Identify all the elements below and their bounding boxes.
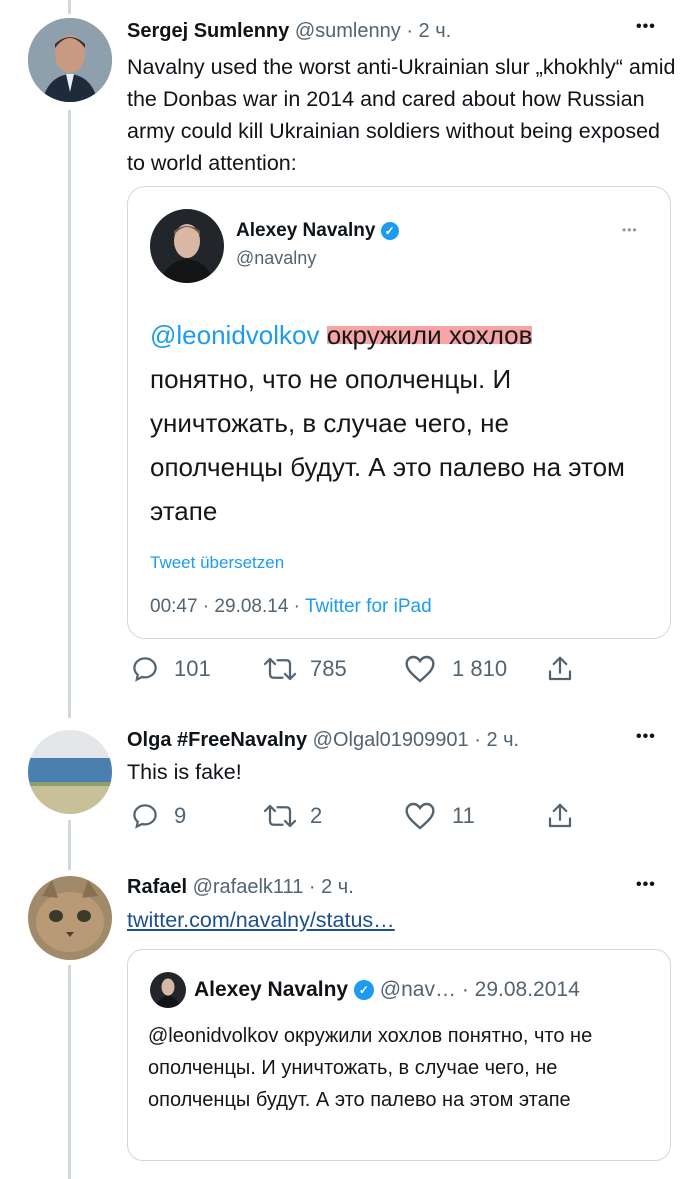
avatar-rafael[interactable]	[28, 876, 112, 960]
tweet3-author-name[interactable]: Rafael	[127, 876, 187, 898]
reply-icon	[133, 804, 157, 829]
share-icon	[548, 656, 572, 681]
avatar-sergej[interactable]	[28, 18, 112, 102]
quoted-timestamp-row: 00:47 · 29.08.14 · Twitter for iPad	[150, 596, 432, 618]
tweet2-handle[interactable]: @Olgal01909901	[313, 729, 469, 751]
thread-line-4	[68, 965, 71, 1179]
quoted-timestamp[interactable]: 00:47 · 29.08.14 ·	[150, 596, 300, 617]
tweet3-link[interactable]: twitter.com/navalny/status…	[127, 908, 395, 933]
tweet3-quoted-header: Alexey Navalny ✓ @nav… · 29.08.2014	[194, 978, 580, 1002]
tweet1-share-button[interactable]	[545, 654, 575, 684]
tweet2-time[interactable]: 2 ч.	[486, 729, 519, 751]
tweet3-quoted-sep: ·	[461, 978, 469, 1001]
tweet1-like-button[interactable]: 1 810	[404, 654, 507, 684]
tweet3-sep: ·	[308, 876, 316, 898]
retweet-icon	[263, 804, 297, 828]
tweet3-more-icon[interactable]: •••	[636, 876, 656, 894]
tweet1-retweet-count: 785	[310, 656, 347, 681]
tweet2-author-name[interactable]: Olga #FreeNavalny	[127, 729, 307, 751]
tweet2-retweet-count: 2	[310, 803, 323, 828]
verified-badge-icon: ✓	[353, 980, 374, 1001]
tweet1-reply-button[interactable]: 101	[130, 654, 211, 684]
tweet1-sep: ·	[406, 20, 413, 42]
avatar-olga[interactable]	[28, 730, 112, 814]
tweet1-text: Navalny used the worst anti-Ukrainian sl…	[127, 55, 676, 175]
tweet2-retweet-button[interactable]: 2	[262, 801, 322, 831]
tweet1-header: Sergej Sumlenny @sumlenny · 2 ч.	[127, 20, 451, 43]
tweet3-quoted-card[interactable]: Alexey Navalny ✓ @nav… · 29.08.2014 @leo…	[127, 949, 671, 1161]
tweet2-reply-count: 9	[174, 803, 187, 828]
thread-line-2	[68, 110, 71, 718]
tweet2-like-button[interactable]: 11	[404, 801, 475, 831]
mention-leonidvolkov[interactable]: @leonidvolkov	[150, 320, 319, 350]
tweet1-retweet-button[interactable]: 785	[262, 654, 347, 684]
tweet3-quoted-text: @leonidvolkov окружили хохлов понятно, ч…	[148, 1025, 593, 1111]
quoted-author-name[interactable]: Alexey Navalny ✓	[236, 220, 399, 242]
translate-link[interactable]: Tweet übersetzen	[150, 553, 284, 573]
quoted-tweet-body: @leonidvolkov окружили хохлов понятно, ч…	[150, 313, 640, 533]
quoted-text-rest: понятно, что не ополченцы. И уничтожать,…	[150, 364, 625, 526]
quoted-more-icon[interactable]: •••	[622, 223, 638, 237]
tweet2-more-icon[interactable]: •••	[636, 728, 656, 746]
tweet1-author-name[interactable]: Sergej Sumlenny	[127, 20, 289, 42]
share-icon	[548, 803, 572, 828]
avatar-navalny[interactable]	[150, 209, 224, 283]
heart-icon	[405, 802, 435, 830]
thread-line-1	[68, 0, 71, 14]
tweet2-header: Olga #FreeNavalny @Olgal01909901 · 2 ч.	[127, 729, 519, 752]
retweet-icon	[263, 657, 297, 681]
tweet3-handle[interactable]: @rafaelk111	[193, 876, 304, 898]
tweet1-reply-count: 101	[174, 656, 211, 681]
tweet2-text: This is fake!	[127, 760, 242, 784]
thread-line-3	[68, 820, 71, 870]
tweet2-like-count: 11	[452, 803, 475, 828]
quoted-handle[interactable]: @navalny	[236, 248, 316, 269]
tweet1-like-count: 1 810	[452, 656, 508, 681]
verified-badge-icon: ✓	[380, 221, 399, 240]
quoted-author-name-text: Alexey Navalny	[236, 220, 376, 241]
tweet1-handle[interactable]: @sumlenny	[295, 20, 401, 42]
heart-icon	[405, 655, 435, 683]
tweet3-header: Rafael @rafaelk111 · 2 ч.	[127, 876, 354, 899]
avatar-navalny-small[interactable]	[150, 972, 186, 1008]
tweet1-time[interactable]: 2 ч.	[419, 20, 452, 42]
tweet3-quoted-handle[interactable]: @nav…	[380, 978, 456, 1001]
quoted-source[interactable]: Twitter for iPad	[305, 596, 432, 617]
tweet3-time[interactable]: 2 ч.	[321, 876, 354, 898]
tweet1-more-icon[interactable]: •••	[636, 18, 656, 36]
tweet3-quoted-author[interactable]: Alexey Navalny	[194, 978, 348, 1001]
reply-icon	[133, 657, 157, 682]
tweet2-reply-button[interactable]: 9	[130, 801, 186, 831]
tweet2-share-button[interactable]	[545, 801, 575, 831]
highlighted-slur-text: окружили хохлов	[326, 320, 533, 350]
quoted-tweet-card[interactable]: Alexey Navalny ✓ @navalny ••• @leonidvol…	[127, 186, 671, 639]
tweet3-quoted-date[interactable]: 29.08.2014	[475, 978, 580, 1001]
tweet2-sep: ·	[474, 729, 481, 751]
